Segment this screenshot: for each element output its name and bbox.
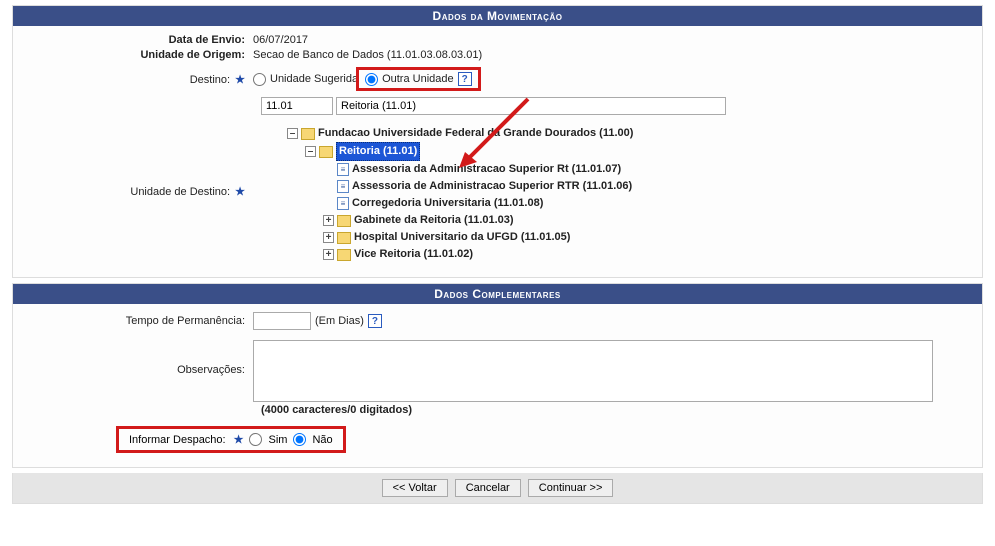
document-icon: ≡ bbox=[337, 180, 349, 193]
label-tempo-permanencia: Tempo de Permanência: bbox=[28, 315, 253, 327]
required-star-icon: ★ bbox=[235, 74, 245, 86]
folder-open-icon bbox=[301, 128, 315, 140]
folder-closed-icon bbox=[337, 215, 351, 227]
tree-label-reitoria-selected: Reitoria (11.01) bbox=[336, 142, 420, 161]
annotation-arrow-icon bbox=[453, 94, 543, 174]
suffix-em-dias: (Em Dias) bbox=[315, 315, 364, 327]
input-unit-code[interactable] bbox=[261, 97, 333, 115]
folder-open-icon bbox=[319, 146, 333, 158]
tree-node-vice-reitoria[interactable]: + Vice Reitoria (11.01.02) bbox=[323, 246, 633, 263]
tree-expand-icon[interactable]: + bbox=[323, 249, 334, 260]
label-destino: Destino: ★ bbox=[28, 73, 253, 86]
folder-closed-icon bbox=[337, 232, 351, 244]
tree-label: Vice Reitoria (11.01.02) bbox=[354, 246, 473, 263]
voltar-button[interactable]: << Voltar bbox=[382, 479, 448, 497]
label-radio-outra-unidade: Outra Unidade bbox=[382, 73, 454, 85]
help-icon[interactable]: ? bbox=[368, 314, 382, 328]
tree-node-assessoria-rtr[interactable]: ≡ Assessoria de Administracao Superior R… bbox=[323, 178, 633, 195]
continuar-button[interactable]: Continuar >> bbox=[528, 479, 614, 497]
section-dados-movimentacao: Dados da Movimentação Data de Envio: 06/… bbox=[12, 5, 983, 278]
radio-unidade-sugerida[interactable] bbox=[253, 73, 266, 86]
document-icon: ≡ bbox=[337, 197, 349, 210]
section-dados-complementares: Dados Complementares Tempo de Permanênci… bbox=[12, 283, 983, 468]
value-data-envio: 06/07/2017 bbox=[253, 34, 308, 46]
folder-closed-icon bbox=[337, 249, 351, 261]
tree-expand-icon[interactable]: + bbox=[323, 215, 334, 226]
label-observacoes: Observações: bbox=[28, 340, 253, 376]
tree-node-gabinete[interactable]: + Gabinete da Reitoria (11.01.03) bbox=[323, 212, 633, 229]
tree-collapse-icon[interactable]: – bbox=[287, 128, 298, 139]
cancelar-button[interactable]: Cancelar bbox=[455, 479, 521, 497]
highlight-box-outra-unidade: Outra Unidade ? bbox=[356, 67, 481, 91]
required-star-icon: ★ bbox=[235, 186, 245, 198]
tree-label: Assessoria de Administracao Superior RTR… bbox=[352, 178, 632, 195]
radio-outra-unidade[interactable] bbox=[365, 73, 378, 86]
document-icon: ≡ bbox=[337, 163, 349, 176]
label-radio-unidade-sugerida: Unidade Sugerida bbox=[270, 73, 358, 85]
label-unidade-origem: Unidade de Origem: bbox=[28, 49, 253, 61]
radio-despacho-nao[interactable] bbox=[293, 433, 306, 446]
label-data-envio: Data de Envio: bbox=[28, 34, 253, 46]
label-despacho-sim: Sim bbox=[268, 434, 287, 446]
label-unidade-destino: Unidade de Destino: ★ bbox=[28, 121, 253, 198]
highlight-box-despacho: Informar Despacho: ★ Sim Não bbox=[116, 426, 346, 453]
radio-despacho-sim[interactable] bbox=[249, 433, 262, 446]
tree-node-corregedoria[interactable]: ≡ Corregedoria Universitaria (11.01.08) bbox=[323, 195, 633, 212]
required-star-icon: ★ bbox=[234, 433, 244, 446]
value-unidade-origem: Secao de Banco de Dados (11.01.03.08.03.… bbox=[253, 49, 482, 61]
tree-expand-icon[interactable]: + bbox=[323, 232, 334, 243]
char-counter: (4000 caracteres/0 digitados) bbox=[261, 404, 967, 416]
section-header-movimentacao: Dados da Movimentação bbox=[13, 6, 982, 26]
input-tempo-permanencia[interactable] bbox=[253, 312, 311, 330]
help-icon[interactable]: ? bbox=[458, 72, 472, 86]
tree-node-hospital[interactable]: + Hospital Universitario da UFGD (11.01.… bbox=[323, 229, 633, 246]
label-informar-despacho: Informar Despacho: bbox=[129, 434, 226, 446]
button-bar: << Voltar Cancelar Continuar >> bbox=[12, 473, 983, 504]
tree-collapse-icon[interactable]: – bbox=[305, 146, 316, 157]
tree-label: Gabinete da Reitoria (11.01.03) bbox=[354, 212, 514, 229]
tree-label: Corregedoria Universitaria (11.01.08) bbox=[352, 195, 543, 212]
section-header-complementares: Dados Complementares bbox=[13, 284, 982, 304]
label-despacho-nao: Não bbox=[312, 434, 332, 446]
tree-label: Hospital Universitario da UFGD (11.01.05… bbox=[354, 229, 570, 246]
textarea-observacoes[interactable] bbox=[253, 340, 933, 402]
